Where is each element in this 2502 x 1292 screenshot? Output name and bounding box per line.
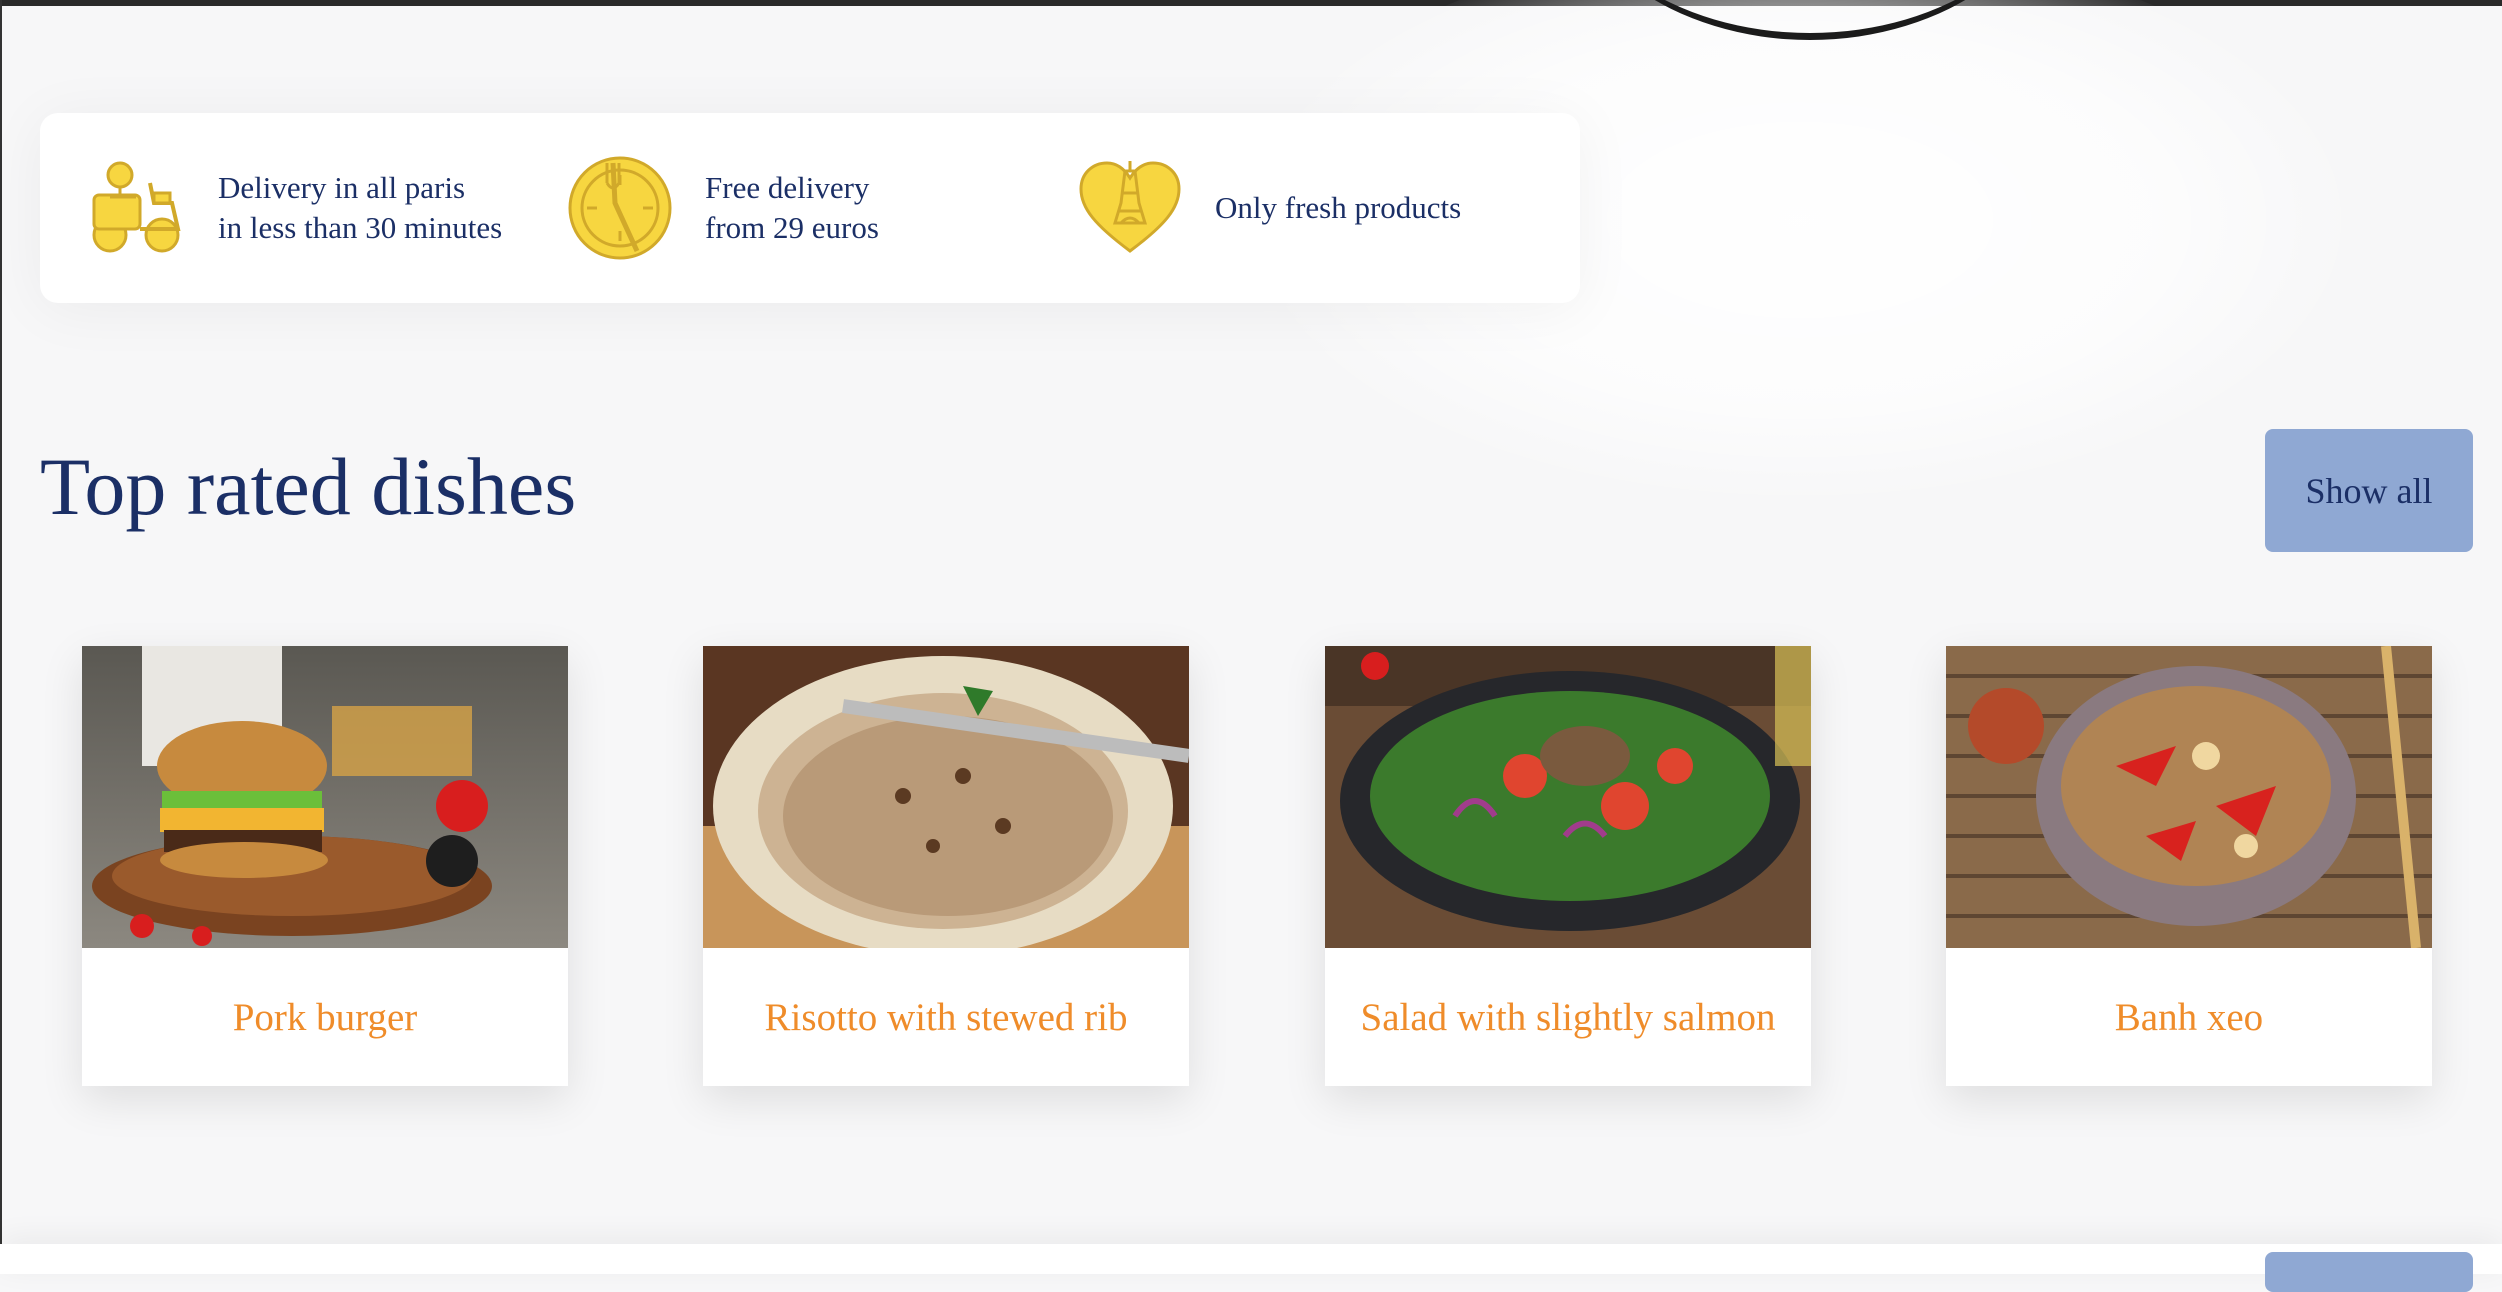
feature-text: Only fresh products — [1215, 188, 1461, 228]
burger-photo — [82, 646, 568, 948]
feature-text: Delivery in all paris in less than 30 mi… — [218, 168, 502, 248]
feature-delivery-time: Delivery in all paris in less than 30 mi… — [80, 113, 502, 303]
feature-line: in less than 30 minutes — [218, 210, 503, 245]
dish-card[interactable]: Pork burger — [82, 646, 568, 1086]
clock-fork-icon — [565, 153, 675, 263]
feature-free-delivery: Free delivery from 29 euros — [565, 113, 879, 303]
section-title: Top rated dishes — [40, 441, 577, 532]
feature-line: Delivery in all paris — [218, 170, 466, 205]
dish-name[interactable]: Salad with slightly salmon — [1325, 948, 1811, 1086]
risotto-photo — [703, 646, 1189, 948]
feature-line: from 29 euros — [705, 210, 879, 245]
salad-photo — [1325, 646, 1811, 948]
feature-text: Free delivery from 29 euros — [705, 168, 879, 248]
feature-line: Free delivery — [705, 170, 870, 205]
features-bar: Delivery in all paris in less than 30 mi… — [40, 113, 1580, 303]
show-all-button[interactable]: Show all — [2265, 429, 2473, 552]
feature-fresh-products: Only fresh products — [1075, 113, 1461, 303]
feature-line: Only fresh products — [1215, 190, 1462, 225]
dish-name[interactable]: Risotto with stewed rib — [703, 948, 1189, 1086]
left-border — [0, 0, 2, 1264]
banh-xeo-photo — [1946, 646, 2432, 948]
dish-card[interactable]: Salad with slightly salmon — [1325, 646, 1811, 1086]
dish-card[interactable]: Banh xeo — [1946, 646, 2432, 1086]
dish-card[interactable]: Risotto with stewed rib — [703, 646, 1189, 1086]
scooter-icon — [80, 153, 190, 263]
dish-name[interactable]: Pork burger — [82, 948, 568, 1086]
next-section-button[interactable] — [2265, 1252, 2473, 1292]
dish-name[interactable]: Banh xeo — [1946, 948, 2432, 1086]
heart-eiffel-icon — [1075, 153, 1185, 263]
next-section-edge — [0, 1244, 2502, 1274]
